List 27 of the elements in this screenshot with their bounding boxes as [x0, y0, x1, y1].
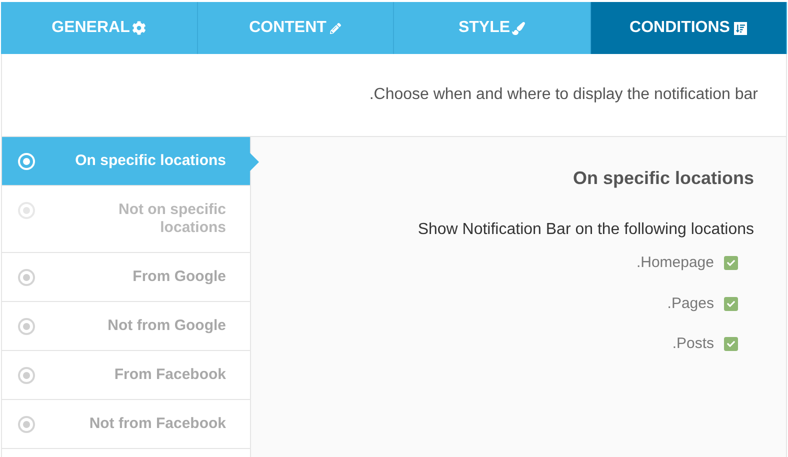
check-icon: [727, 259, 735, 268]
pencil-icon: [330, 22, 342, 34]
location-label: .Homepage: [636, 253, 714, 273]
checkbox[interactable]: [724, 256, 738, 270]
panel-subtitle: Show Notification Bar on the following locations: [418, 220, 754, 240]
tab[interactable]: STYLE: [394, 2, 590, 54]
radio-icon: [18, 153, 35, 170]
location-label: .Pages: [667, 294, 714, 314]
radio-icon: [18, 202, 35, 219]
radio-icon: [18, 269, 35, 286]
tab[interactable]: GENERAL: [1, 2, 198, 54]
tab[interactable]: CONTENT: [198, 2, 394, 54]
intro-text: .Choose when and where to display the notification bar: [369, 85, 758, 105]
check-icon: [727, 300, 735, 308]
panel-title: On specific locations: [572, 167, 754, 190]
checkbox[interactable]: [724, 296, 738, 311]
tab[interactable]: CONDITIONS: [590, 2, 787, 54]
check-icon: [727, 340, 735, 348]
gear-icon: [132, 21, 146, 35]
radio-icon: [18, 416, 35, 433]
condition-item[interactable]: On specific locations: [2, 137, 250, 186]
radio-icon: [18, 367, 35, 384]
brush-icon: [512, 22, 526, 34]
location-label: .Posts: [672, 334, 714, 354]
checkbox[interactable]: [724, 337, 738, 352]
sort-icon: [734, 22, 747, 34]
radio-icon: [18, 318, 35, 335]
